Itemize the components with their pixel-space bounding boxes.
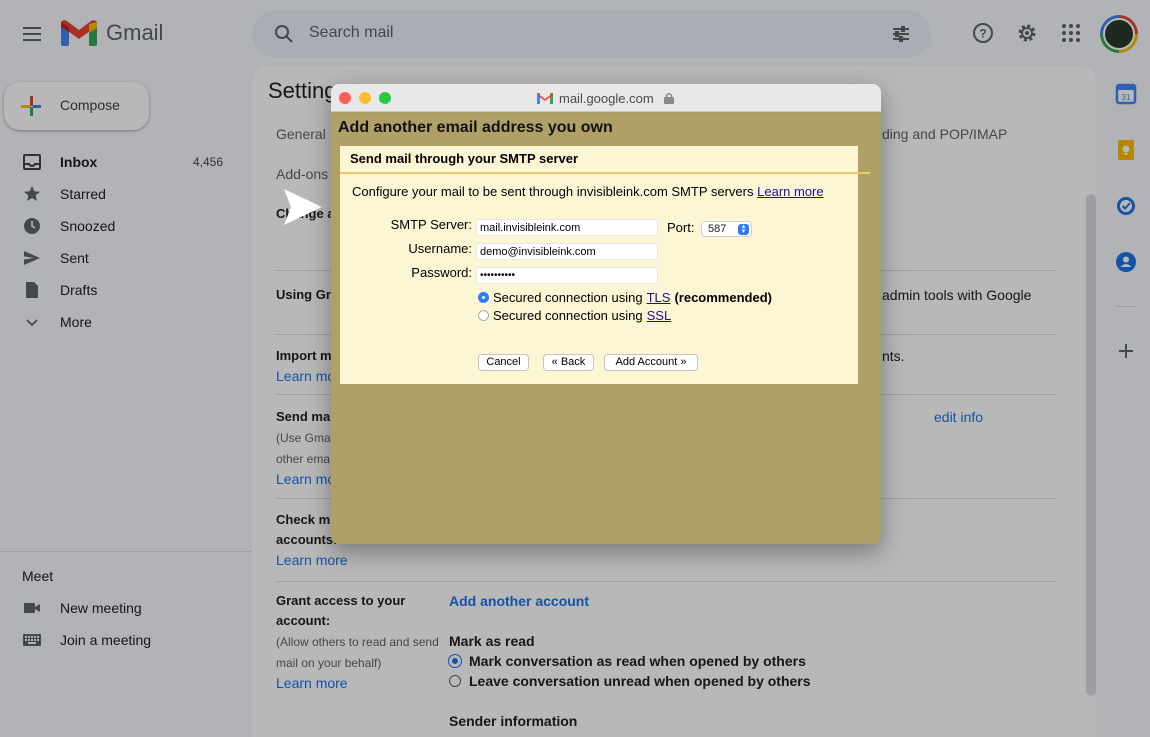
add-account-button[interactable]: Add Account » (604, 354, 698, 371)
maximize-window-button[interactable] (379, 92, 391, 104)
tls-text: Secured connection using (493, 290, 643, 305)
popup-body: Add another email address you own Send m… (331, 113, 881, 544)
username-input[interactable]: demo@invisibleink.com (476, 243, 658, 260)
port-value: 587 (708, 223, 727, 235)
password-input[interactable]: •••••••••• (476, 267, 658, 284)
ssl-radio[interactable] (478, 310, 489, 321)
tls-link[interactable]: TLS (647, 290, 671, 305)
popup-titlebar: mail.google.com (331, 84, 881, 112)
popup-window: mail.google.com Add another email addres… (331, 84, 881, 544)
gmail-favicon-icon (537, 93, 553, 104)
popup-heading: Add another email address you own (338, 119, 613, 136)
tls-option[interactable]: Secured connection using TLS (recommende… (478, 290, 772, 305)
smtp-server-label: SMTP Server: (390, 217, 472, 232)
password-label: Password: (411, 265, 472, 280)
popup-url: mail.google.com (559, 91, 654, 106)
learn-more-link[interactable]: Learn more (757, 184, 823, 199)
back-button[interactable]: « Back (543, 354, 594, 371)
select-arrows-icon: ▴ ▾ (738, 223, 749, 235)
description-text: Configure your mail to be sent through i… (352, 184, 754, 199)
tls-radio[interactable] (478, 292, 489, 303)
close-window-button[interactable] (339, 92, 351, 104)
lock-icon (664, 93, 674, 104)
smtp-panel-title: Send mail through your SMTP server (350, 151, 579, 166)
port-select[interactable]: 587 ▴ ▾ (701, 221, 752, 237)
username-label: Username: (408, 241, 472, 256)
minimize-window-button[interactable] (359, 92, 371, 104)
ssl-option[interactable]: Secured connection using SSL (478, 308, 671, 323)
smtp-description: Configure your mail to be sent through i… (352, 184, 824, 199)
smtp-server-input[interactable]: mail.invisibleink.com (476, 219, 658, 236)
cancel-button[interactable]: Cancel (478, 354, 529, 371)
ssl-link[interactable]: SSL (647, 308, 672, 323)
smtp-panel: Send mail through your SMTP server Confi… (340, 146, 870, 384)
tls-recommended: (recommended) (674, 290, 772, 305)
ssl-text: Secured connection using (493, 308, 643, 323)
cursor-arrow-icon (284, 189, 322, 225)
port-label: Port: (667, 220, 695, 235)
panel-divider (340, 172, 870, 174)
